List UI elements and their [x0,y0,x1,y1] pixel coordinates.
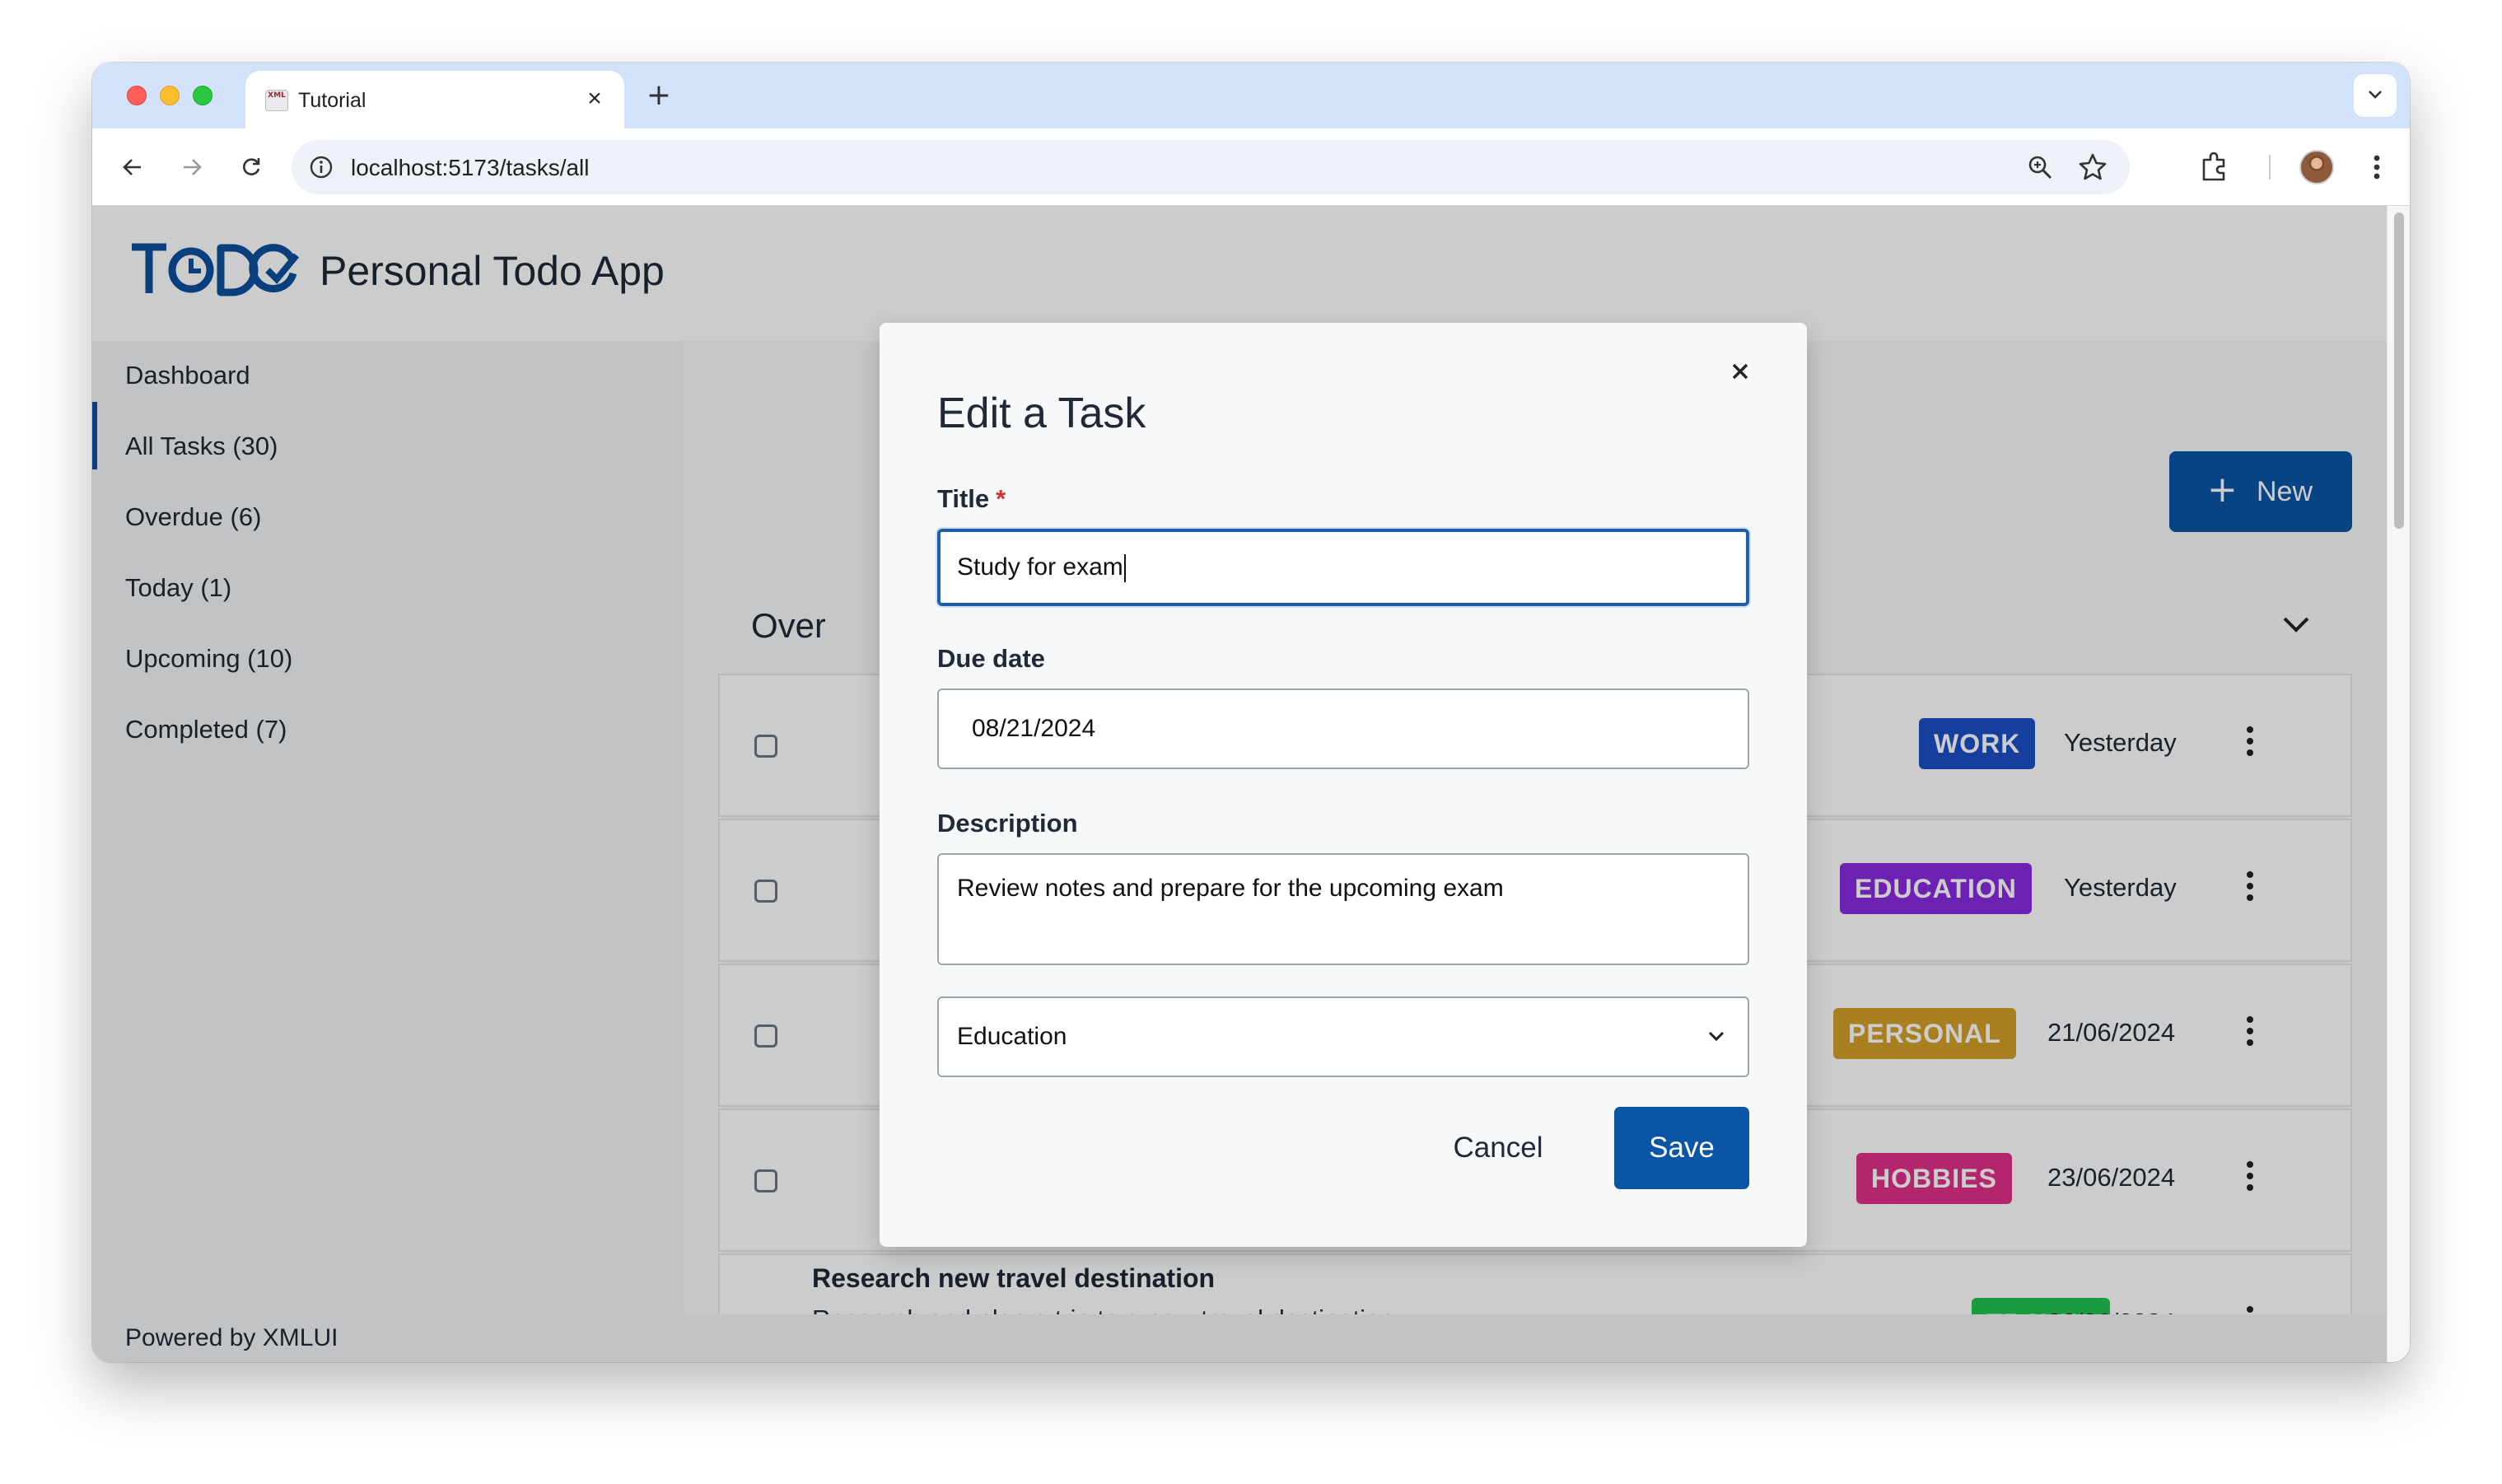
tab-search-button[interactable] [2354,74,2397,117]
minimize-window-button[interactable] [160,86,180,105]
chevron-down-icon [1708,1031,1725,1042]
forward-button[interactable] [175,150,209,184]
maximize-window-button[interactable] [193,86,212,105]
description-value: Review notes and prepare for the upcomin… [957,875,1504,902]
cancel-button[interactable]: Cancel [1428,1107,1568,1189]
tab-close-icon[interactable]: × [580,84,609,114]
close-window-button[interactable] [127,86,147,105]
edit-task-dialog: Edit a Task Title * Study for exam Due da… [880,323,1807,1247]
title-input-value: Study for exam [957,553,1123,581]
browser-toolbar: localhost:5173/tasks/all [92,128,2410,206]
title-field-label: Title * [937,484,1006,513]
browser-tab[interactable]: XML Tutorial × [245,71,624,128]
toolbar-divider [2269,155,2271,180]
text-caret [1123,554,1126,583]
required-marker: * [996,484,1006,513]
due-date-input[interactable]: 08/21/2024 [937,688,1749,769]
bookmark-star-icon[interactable] [2077,152,2108,183]
close-icon[interactable] [1723,354,1757,389]
reload-button[interactable] [234,150,268,184]
zoom-icon[interactable] [2026,153,2054,181]
browser-menu-icon[interactable] [2360,150,2393,184]
browser-window: XML Tutorial × + localhost:5173/tasks/al… [92,63,2410,1362]
favicon-icon: XML [265,90,288,111]
dialog-title: Edit a Task [937,390,1146,437]
description-textarea[interactable]: Review notes and prepare for the upcomin… [937,853,1749,965]
due-date-value: 08/21/2024 [972,715,1096,742]
tab-title: Tutorial [298,89,366,112]
scrollbar-thumb[interactable] [2394,212,2404,529]
category-select[interactable]: Education [937,996,1749,1077]
save-button[interactable]: Save [1614,1107,1749,1189]
extensions-puzzle-icon[interactable] [2197,150,2232,184]
url-text: localhost:5173/tasks/all [351,155,590,180]
address-bar[interactable]: localhost:5173/tasks/all [292,140,2130,194]
description-label: Description [937,809,1078,838]
back-button[interactable] [115,150,150,184]
new-tab-button[interactable]: + [644,81,674,110]
site-info-icon[interactable] [308,154,334,180]
due-date-label: Due date [937,644,1045,673]
title-input[interactable]: Study for exam [937,529,1749,606]
profile-avatar[interactable] [2299,150,2334,184]
category-select-value: Education [957,1023,1067,1050]
tab-strip: XML Tutorial × + [92,63,2410,128]
page-scrollbar[interactable] [2387,206,2410,1362]
